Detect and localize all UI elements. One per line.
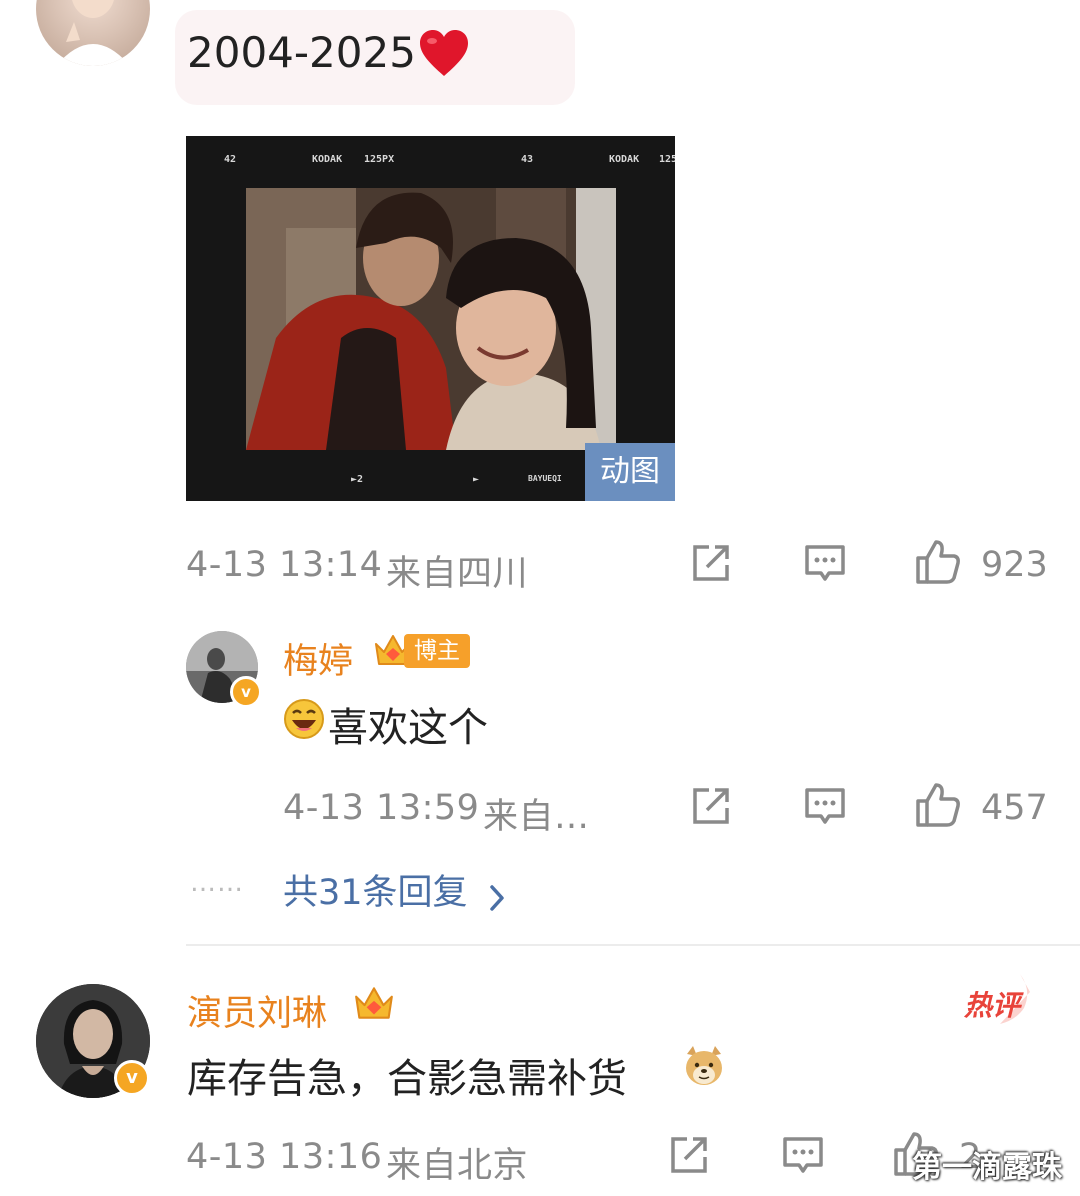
film-label: KODAK — [609, 154, 640, 165]
comment-location: 来自四川 — [386, 554, 529, 594]
film-label: 125PX — [364, 154, 395, 165]
comment-text: 2004-2025 — [187, 28, 416, 77]
verified-badge-icon: v — [230, 676, 262, 708]
crown-icon — [352, 982, 396, 1028]
film-label: ►2 — [351, 474, 364, 485]
reply-text: 喜欢这个 — [328, 705, 488, 751]
film-label: 42 — [224, 154, 237, 165]
comment-icon[interactable] — [781, 1133, 825, 1181]
gif-image[interactable]: 42 KODAK 125PX 43 KODAK 125 ►2 ► BAYUEQI… — [186, 136, 675, 501]
comment-timestamp: 4-13 13:14 — [186, 545, 383, 585]
doge-emoji — [683, 1044, 725, 1092]
film-label: 125 — [659, 154, 675, 165]
username[interactable]: 梅婷 — [283, 633, 353, 684]
hot-comment-label: 热评 — [964, 989, 1021, 1022]
gif-badge: 动图 — [585, 443, 675, 501]
comment-icon[interactable] — [803, 541, 847, 589]
divider — [186, 944, 1080, 946]
avatar[interactable] — [36, 0, 150, 66]
reply-timestamp: 4-13 13:59 — [283, 788, 480, 828]
heart-emoji — [418, 28, 470, 82]
reply-location: 来自… — [483, 797, 590, 837]
share-icon[interactable] — [667, 1133, 711, 1181]
more-replies-label[interactable]: 共31条回复 — [283, 873, 468, 913]
watermark: 第一滴露珠 — [912, 1150, 1062, 1185]
film-label: ► — [473, 474, 480, 485]
film-label: 43 — [521, 154, 534, 165]
like-icon[interactable] — [914, 538, 962, 590]
film-label: BAYUEQI — [528, 474, 562, 483]
film-label: KODAK — [312, 154, 343, 165]
more-replies-dots: …… — [190, 868, 244, 898]
like-count: 923 — [981, 545, 1048, 585]
share-icon[interactable] — [689, 784, 733, 832]
more-replies-link[interactable]: 共31条回复 — [283, 864, 505, 916]
hot-comment-badge: 热评 — [960, 972, 1042, 1032]
photo-frame — [246, 188, 616, 450]
like-count: 457 — [981, 788, 1048, 828]
like-icon[interactable] — [914, 781, 962, 833]
comment-timestamp: 4-13 13:16 — [186, 1137, 383, 1177]
blogger-tag: 博主 — [404, 634, 470, 668]
comment-location: 来自北京 — [386, 1146, 529, 1186]
chevron-right-icon — [489, 884, 505, 916]
share-icon[interactable] — [689, 541, 733, 589]
username[interactable]: 演员刘琳 — [187, 985, 327, 1036]
verified-badge-icon: v — [114, 1060, 150, 1096]
laughing-emoji — [283, 698, 325, 744]
comment-text: 库存告急，合影急需补货 — [187, 1056, 627, 1102]
comment-icon[interactable] — [803, 784, 847, 832]
